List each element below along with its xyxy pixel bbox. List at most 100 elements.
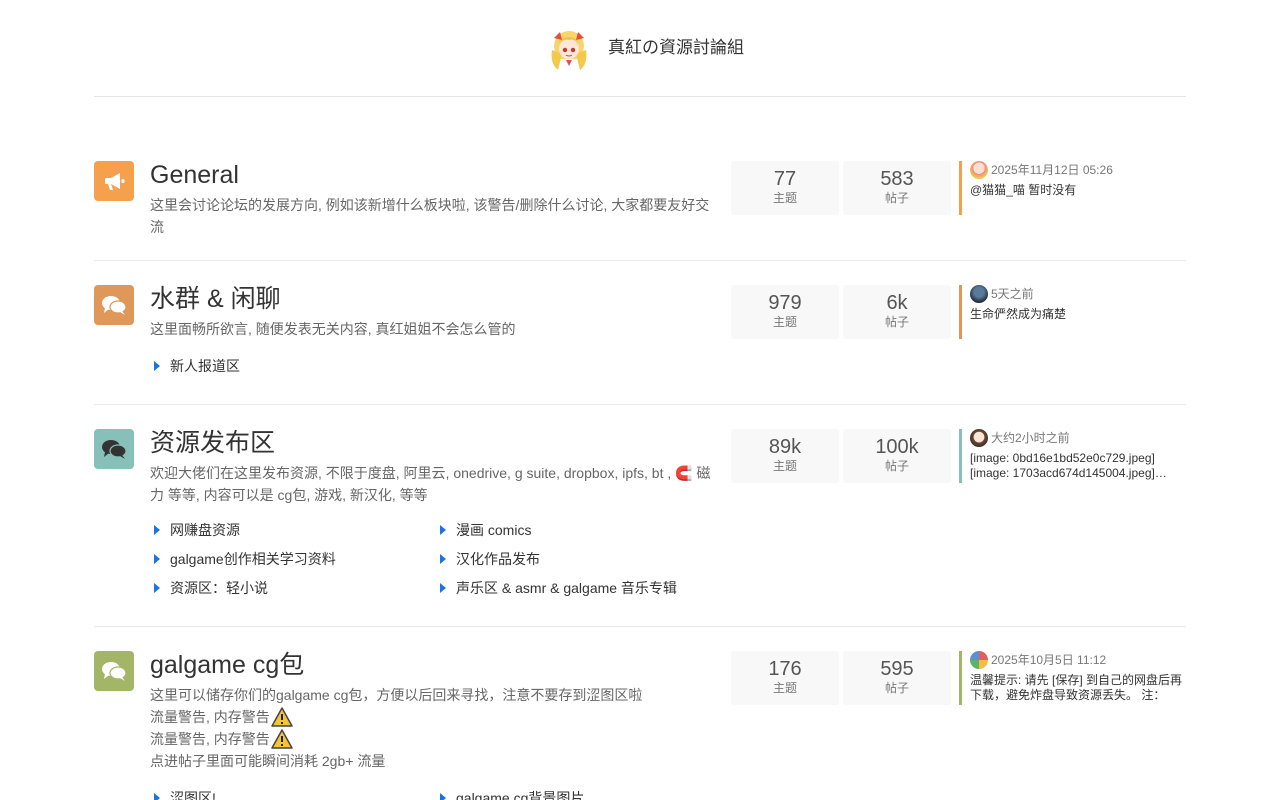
topics-label: 主题 [772, 459, 797, 473]
posts-count: 595 [880, 658, 914, 680]
caret-right-icon [154, 583, 160, 593]
subcategory-label: 声乐区 & asmr & galgame 音乐专辑 [456, 580, 677, 596]
category-icon[interactable] [94, 161, 134, 201]
category-icon[interactable] [94, 429, 134, 469]
latest-post-time[interactable]: 2025年11月12日 05:26 [991, 161, 1113, 179]
category-description: 欢迎大佬们在这里发布资源, 不限于度盘, 阿里云, onedrive, g su… [150, 462, 716, 506]
subcategory-label: 涩图区! [170, 790, 216, 800]
description-line: 这里会讨论论坛的发展方向, 例如该新增什么板块啦, 该警告/删除什么讨论, 大家… [150, 197, 710, 235]
category-icon[interactable] [94, 285, 134, 325]
topics-count: 979 [768, 292, 802, 314]
subcategory-link[interactable]: 网赚盘资源 [154, 520, 240, 540]
subcategory-label: 网赚盘资源 [170, 522, 240, 538]
latest-post[interactable]: 2025年11月12日 05:26 @猫猫_喵 暂时没有 [959, 161, 1186, 215]
subcategory-link[interactable]: 涩图区! [154, 788, 216, 800]
topics-label: 主题 [772, 681, 797, 695]
category-chat: 水群 & 闲聊 这里面畅所欲言, 随便发表无关内容, 真红姐姐不会怎么管的 新人… [94, 285, 1186, 405]
category-name[interactable]: 水群 & 闲聊 [150, 285, 281, 313]
category-name[interactable]: General [150, 161, 239, 189]
category-description: 这里可以储存你们的galgame cg包，方便以后回来寻找，注意不要存到涩图区啦… [150, 684, 716, 772]
category-description: 这里会讨论论坛的发展方向, 例如该新增什么板块啦, 该警告/删除什么讨论, 大家… [150, 194, 716, 238]
warning-icon [271, 707, 293, 727]
posts-stat: 583 帖子 [843, 161, 951, 215]
site-logo[interactable] [544, 24, 594, 74]
latest-post-time[interactable]: 大约2小时之前 [991, 429, 1070, 447]
latest-post-time[interactable]: 5天之前 [991, 285, 1034, 303]
description-line: 这里面畅所欲言, 随便发表无关内容, 真红姐姐不会怎么管的 [150, 321, 516, 337]
description-line: 欢迎大佬们在这里发布资源, 不限于度盘, 阿里云, onedrive, g su… [150, 465, 711, 503]
topics-stat: 979 主题 [731, 285, 839, 339]
caret-right-icon [440, 583, 446, 593]
description-line: 点进帖子里面可能瞬间消耗 2gb+ 流量 [150, 753, 386, 769]
posts-count: 6k [886, 292, 908, 314]
topics-count: 77 [773, 168, 797, 190]
subcategory-link[interactable]: 新人报道区 [154, 356, 240, 376]
caret-right-icon [154, 525, 160, 535]
category-description: 这里面畅所欲言, 随便发表无关内容, 真红姐姐不会怎么管的 [150, 318, 716, 340]
subcategory-label: 资源区：轻小说 [170, 580, 268, 596]
latest-post-excerpt[interactable]: 温馨提示: 请先 [保存] 到自己的网盘后再下载，避免炸盘导致资源丢失。 注：解… [970, 673, 1186, 703]
latest-post-excerpt[interactable]: 生命俨然成为痛楚 [970, 307, 1186, 322]
topics-stat: 176 主题 [731, 651, 839, 705]
subcategory-link[interactable]: 声乐区 & asmr & galgame 音乐专辑 [440, 578, 677, 598]
warning-icon [271, 729, 293, 749]
latest-post[interactable]: 5天之前 生命俨然成为痛楚 [959, 285, 1186, 339]
description-line: 这里可以储存你们的galgame cg包，方便以后回来寻找，注意不要存到涩图区啦 [150, 687, 643, 703]
caret-right-icon [440, 525, 446, 535]
caret-right-icon [154, 793, 160, 800]
subcategory-label: galgame创作相关学习资料 [170, 551, 336, 567]
caret-right-icon [154, 554, 160, 564]
chat-bubbles-icon [102, 440, 127, 459]
latest-post[interactable]: 2025年10月5日 11:12 温馨提示: 请先 [保存] 到自己的网盘后再下… [959, 651, 1186, 705]
subcategory-link[interactable]: 资源区：轻小说 [154, 578, 268, 598]
description-line: 流量警告, 内存警告 [150, 728, 716, 750]
category-name[interactable]: galgame cg包 [150, 651, 304, 679]
user-avatar[interactable] [970, 161, 988, 179]
latest-post-excerpt[interactable]: @猫猫_喵 暂时没有 [970, 183, 1186, 198]
warning-text: 流量警告, 内存警告 [150, 731, 270, 747]
category-resources: 资源发布区 欢迎大佬们在这里发布资源, 不限于度盘, 阿里云, onedrive… [94, 429, 1186, 627]
chat-bubbles-icon [102, 662, 127, 681]
chat-bubbles-icon [102, 296, 127, 315]
topics-stat: 89k 主题 [731, 429, 839, 483]
subcategory-label: 汉化作品发布 [456, 551, 540, 567]
subcategory-link[interactable]: 汉化作品发布 [440, 549, 540, 569]
caret-right-icon [440, 554, 446, 564]
posts-stat: 595 帖子 [843, 651, 951, 705]
category-name[interactable]: 资源发布区 [150, 429, 275, 457]
description-line: 流量警告, 内存警告 [150, 706, 716, 728]
latest-post-time[interactable]: 2025年10月5日 11:12 [991, 651, 1106, 669]
posts-count: 583 [880, 168, 914, 190]
posts-stat: 100k 帖子 [843, 429, 951, 483]
warning-text: 流量警告, 内存警告 [150, 709, 270, 725]
topics-label: 主题 [772, 191, 797, 205]
user-avatar[interactable] [970, 285, 988, 303]
latest-post-excerpt[interactable]: [image: 0bd16e1bd52e0c729.jpeg] [image: … [970, 451, 1186, 481]
subcategory-link[interactable]: galgame cg背景图片 [440, 788, 584, 800]
category-galgame-cg: galgame cg包 这里可以储存你们的galgame cg包，方便以后回来寻… [94, 651, 1186, 800]
posts-label: 帖子 [884, 315, 909, 329]
category-icon[interactable] [94, 651, 134, 691]
posts-label: 帖子 [884, 681, 909, 695]
latest-post[interactable]: 大约2小时之前 [image: 0bd16e1bd52e0c729.jpeg] … [959, 429, 1186, 483]
megaphone-icon [105, 173, 125, 190]
posts-label: 帖子 [884, 459, 909, 473]
subcategory-label: 漫画 comics [456, 522, 532, 538]
topics-stat: 77 主题 [731, 161, 839, 215]
subcategory-link[interactable]: galgame创作相关学习资料 [154, 549, 336, 569]
subcategory-link[interactable]: 漫画 comics [440, 520, 531, 540]
subcategory-label: galgame cg背景图片 [456, 790, 585, 800]
topics-count: 176 [768, 658, 802, 680]
subcategory-label: 新人报道区 [170, 358, 240, 374]
site-header: 真紅の資源討論組 [94, 0, 1186, 97]
posts-stat: 6k 帖子 [843, 285, 951, 339]
posts-count: 100k [875, 436, 919, 458]
site-title[interactable]: 真紅の資源討論組 [608, 37, 744, 59]
posts-label: 帖子 [884, 191, 909, 205]
caret-right-icon [154, 361, 160, 371]
category-general: General 这里会讨论论坛的发展方向, 例如该新增什么板块啦, 该警告/删除… [94, 161, 1186, 261]
topics-label: 主题 [772, 315, 797, 329]
user-avatar[interactable] [970, 429, 988, 447]
caret-right-icon [440, 793, 446, 800]
user-avatar[interactable] [970, 651, 988, 669]
